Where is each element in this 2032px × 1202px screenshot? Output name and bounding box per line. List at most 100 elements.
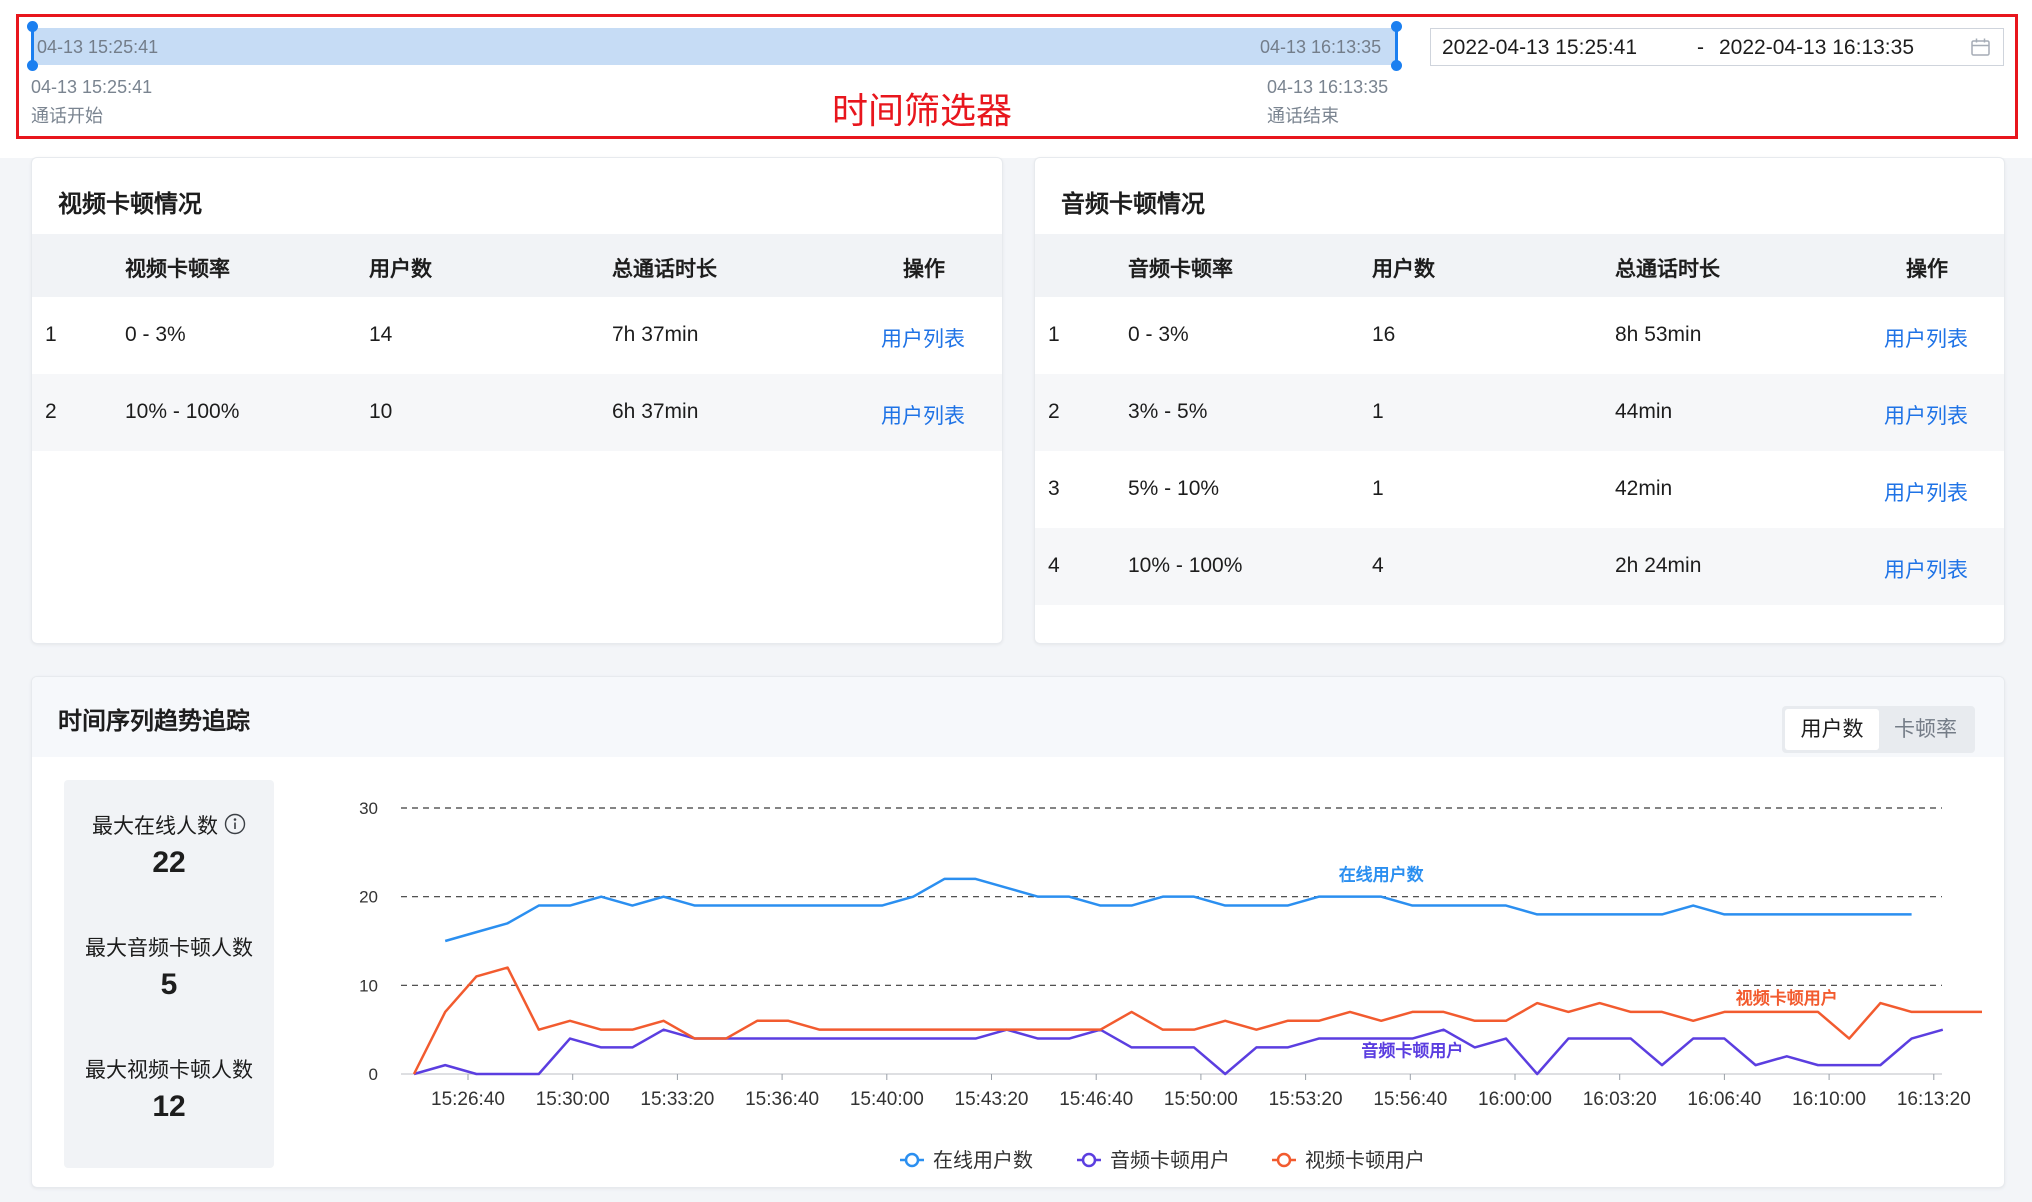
time-filter-bar: 04-13 15:25:41 04-13 16:13:35 04-13 15:2… bbox=[0, 0, 2032, 158]
table-row: 4 10% - 100% 4 2h 24min 用户列表 bbox=[1035, 528, 2004, 605]
x-tick-label: 15:36:40 bbox=[745, 1089, 819, 1110]
stat-max-video-stall-value: 12 bbox=[152, 1090, 186, 1123]
header-action: 操作 bbox=[1906, 258, 1948, 281]
x-tick-label: 15:53:20 bbox=[1269, 1089, 1343, 1110]
stats-panel: 最大在线人数 22 最大音频卡顿人数 5 最大视频卡顿人数 12 bbox=[64, 780, 274, 1168]
series-label: 在线用户数 bbox=[1339, 865, 1425, 885]
table-row: 2 10% - 100% 10 6h 37min 用户列表 bbox=[32, 374, 1002, 451]
x-tick-label: 16:10:00 bbox=[1792, 1089, 1866, 1110]
row-stall-rate: 0 - 3% bbox=[1128, 323, 1189, 346]
trend-metric-switch: 用户数 卡顿率 bbox=[1782, 706, 1975, 753]
tab-user-count[interactable]: 用户数 bbox=[1785, 709, 1879, 750]
row-stall-rate: 5% - 10% bbox=[1128, 477, 1220, 500]
series-label: 音频卡顿用户 bbox=[1361, 1041, 1463, 1061]
user-list-link[interactable]: 用户列表 bbox=[1884, 323, 1968, 353]
y-tick-label: 30 bbox=[359, 799, 378, 818]
user-list-link[interactable]: 用户列表 bbox=[881, 400, 965, 430]
header-total-duration: 总通话时长 bbox=[1615, 258, 1720, 281]
time-filter-highlight-frame bbox=[16, 14, 2018, 139]
legend-marker bbox=[1081, 1152, 1097, 1168]
tab-stall-rate[interactable]: 卡顿率 bbox=[1879, 709, 1972, 750]
table-row: 2 3% - 5% 1 44min 用户列表 bbox=[1035, 374, 2004, 451]
header-action: 操作 bbox=[903, 258, 945, 281]
row-index: 1 bbox=[1048, 323, 1060, 346]
row-total-duration: 6h 37min bbox=[612, 400, 699, 423]
row-user-count: 1 bbox=[1372, 400, 1384, 423]
trend-header: 时间序列趋势追踪 用户数 卡顿率 bbox=[32, 677, 2004, 757]
x-tick-label: 15:56:40 bbox=[1373, 1089, 1447, 1110]
row-stall-rate: 3% - 5% bbox=[1128, 400, 1208, 423]
info-icon[interactable] bbox=[224, 813, 246, 835]
user-list-link[interactable]: 用户列表 bbox=[881, 323, 965, 353]
row-total-duration: 8h 53min bbox=[1615, 323, 1702, 346]
x-tick-label: 16:13:20 bbox=[1897, 1089, 1971, 1110]
table-row: 3 5% - 10% 1 42min 用户列表 bbox=[1035, 451, 2004, 528]
x-tick-label: 16:06:40 bbox=[1687, 1089, 1761, 1110]
row-user-count: 14 bbox=[369, 323, 393, 346]
row-user-count: 1 bbox=[1372, 477, 1384, 500]
row-total-duration: 7h 37min bbox=[612, 323, 699, 346]
series-line bbox=[444, 877, 1912, 943]
series-label: 视频卡顿用户 bbox=[1736, 988, 1838, 1008]
x-tick-label: 15:46:40 bbox=[1059, 1089, 1133, 1110]
legend-label: 音频卡顿用户 bbox=[1110, 1149, 1230, 1172]
row-user-count: 16 bbox=[1372, 323, 1396, 346]
x-tick-label: 16:03:20 bbox=[1583, 1089, 1657, 1110]
y-tick-label: 20 bbox=[359, 888, 378, 907]
row-index: 1 bbox=[45, 323, 57, 346]
trend-card: 时间序列趋势追踪 用户数 卡顿率 最大在线人数 22 最大音频卡顿人数 5 最大… bbox=[31, 676, 2005, 1188]
video-stall-title: 视频卡顿情况 bbox=[58, 191, 202, 218]
audio-stall-table: 音频卡顿率 用户数 总通话时长 操作 1 0 - 3% 16 8h 53min … bbox=[1035, 234, 2004, 605]
stat-max-online-value: 22 bbox=[152, 846, 186, 879]
stat-max-video-stall-label: 最大视频卡顿人数 bbox=[85, 1059, 253, 1082]
x-tick-label: 15:50:00 bbox=[1164, 1089, 1238, 1110]
row-user-count: 4 bbox=[1372, 554, 1384, 577]
row-total-duration: 44min bbox=[1615, 400, 1673, 423]
x-tick-label: 15:40:00 bbox=[850, 1089, 924, 1110]
row-user-count: 10 bbox=[369, 400, 393, 423]
legend-marker bbox=[904, 1152, 920, 1168]
row-stall-rate: 10% - 100% bbox=[1128, 554, 1243, 577]
y-tick-label: 0 bbox=[369, 1065, 378, 1084]
header-stall-rate: 音频卡顿率 bbox=[1128, 258, 1233, 281]
legend-label: 视频卡顿用户 bbox=[1305, 1149, 1425, 1172]
x-tick-label: 15:26:40 bbox=[431, 1089, 505, 1110]
series-1 bbox=[444, 877, 1912, 943]
trend-title: 时间序列趋势追踪 bbox=[58, 708, 250, 735]
x-tick-label: 15:33:20 bbox=[640, 1089, 714, 1110]
header-user-count: 用户数 bbox=[369, 258, 432, 281]
audio-stall-card: 音频卡顿情况 音频卡顿率 用户数 总通话时长 操作 1 0 - 3% 16 8h… bbox=[1034, 157, 2005, 644]
legend-label: 在线用户数 bbox=[933, 1149, 1033, 1172]
table-header: 音频卡顿率 用户数 总通话时长 操作 bbox=[1035, 234, 2004, 297]
user-list-link[interactable]: 用户列表 bbox=[1884, 400, 1968, 430]
header-user-count: 用户数 bbox=[1372, 258, 1435, 281]
series-line bbox=[413, 1028, 1944, 1076]
x-tick-label: 15:30:00 bbox=[536, 1089, 610, 1110]
series-2 bbox=[413, 1028, 1944, 1076]
legend-marker bbox=[1276, 1152, 1292, 1168]
row-stall-rate: 0 - 3% bbox=[125, 323, 186, 346]
x-tick-label: 16:00:00 bbox=[1478, 1089, 1552, 1110]
row-index: 3 bbox=[1048, 477, 1060, 500]
header-stall-rate: 视频卡顿率 bbox=[125, 258, 230, 281]
header-total-duration: 总通话时长 bbox=[612, 258, 717, 281]
trend-line-chart: 0 10 20 30 15:26:40 15:30:00 15:33:20 15:36:40 1… bbox=[359, 799, 1982, 1172]
stat-max-audio-stall-label: 最大音频卡顿人数 bbox=[85, 937, 253, 960]
stat-max-online-text: 最大在线人数 bbox=[92, 815, 218, 838]
x-tick-label: 15:43:20 bbox=[955, 1089, 1029, 1110]
user-list-link[interactable]: 用户列表 bbox=[1884, 554, 1968, 584]
user-list-link[interactable]: 用户列表 bbox=[1884, 477, 1968, 507]
video-stall-table: 视频卡顿率 用户数 总通话时长 操作 1 0 - 3% 14 7h 37min … bbox=[32, 234, 1002, 451]
row-index: 2 bbox=[1048, 400, 1060, 423]
table-row: 1 0 - 3% 14 7h 37min 用户列表 bbox=[32, 297, 1002, 374]
row-index: 4 bbox=[1048, 554, 1060, 577]
stat-max-online-label: 最大在线人数 bbox=[64, 810, 274, 840]
row-total-duration: 42min bbox=[1615, 477, 1673, 500]
audio-stall-title: 音频卡顿情况 bbox=[1061, 191, 1205, 218]
table-header: 视频卡顿率 用户数 总通话时长 操作 bbox=[32, 234, 1002, 297]
video-stall-card: 视频卡顿情况 视频卡顿率 用户数 总通话时长 操作 1 0 - 3% 14 7h… bbox=[31, 157, 1003, 644]
table-row: 1 0 - 3% 16 8h 53min 用户列表 bbox=[1035, 297, 2004, 374]
stat-max-audio-stall-value: 5 bbox=[160, 968, 178, 1001]
row-index: 2 bbox=[45, 400, 57, 423]
row-stall-rate: 10% - 100% bbox=[125, 400, 240, 423]
